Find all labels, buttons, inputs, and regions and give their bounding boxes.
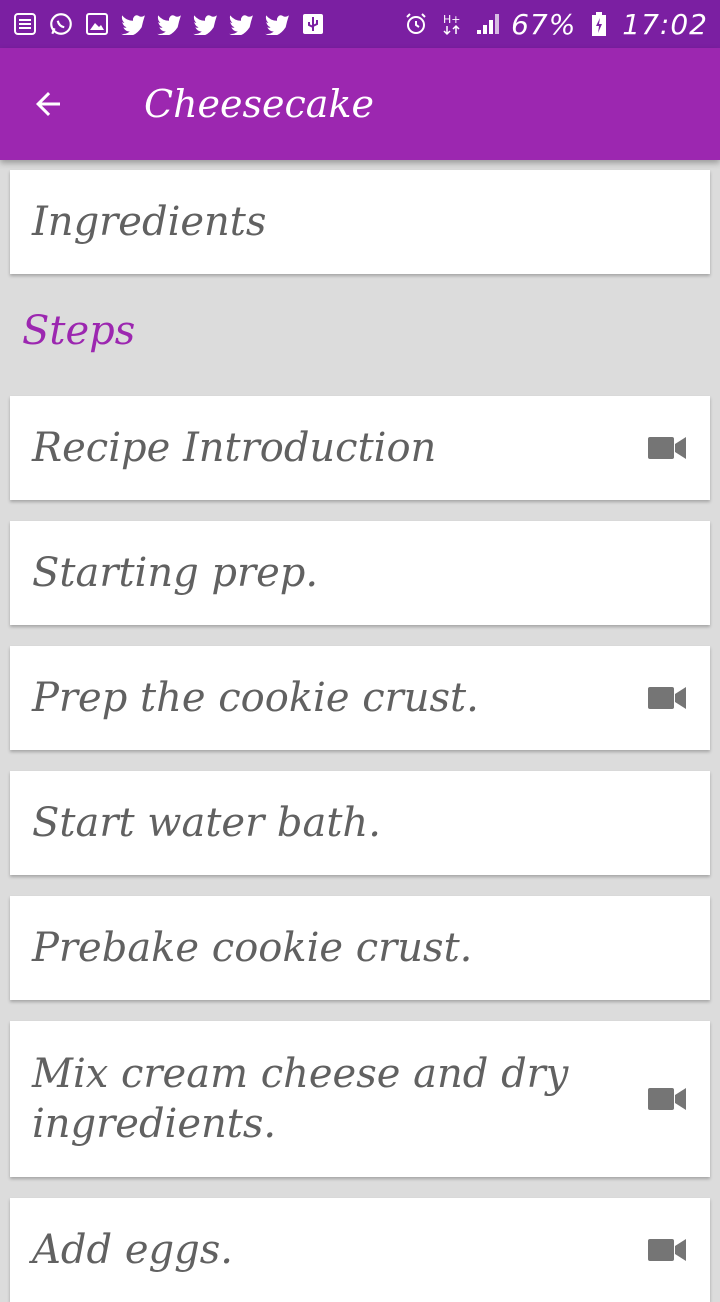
notes-icon	[12, 11, 38, 37]
step-label: Add eggs.	[32, 1227, 233, 1273]
twitter-icon	[120, 11, 146, 37]
video-icon	[648, 1239, 686, 1261]
ingredients-label: Ingredients	[32, 199, 267, 245]
twitter-icon	[192, 11, 218, 37]
app-bar: Cheesecake	[0, 48, 720, 160]
step-label: Starting prep.	[32, 550, 319, 596]
signal-icon	[475, 11, 501, 37]
step-item[interactable]: Starting prep.	[10, 521, 710, 625]
whatsapp-icon	[48, 11, 74, 37]
step-item[interactable]: Recipe Introduction	[10, 396, 710, 500]
twitter-icon	[228, 11, 254, 37]
system-status: H+ 67% 17:02	[403, 8, 708, 41]
step-label: Prep the cookie crust.	[32, 675, 479, 721]
steps-header: Steps	[22, 308, 136, 354]
svg-text:H+: H+	[443, 13, 461, 26]
twitter-icon	[156, 11, 182, 37]
step-label: Recipe Introduction	[32, 425, 437, 471]
step-label: Start water bath.	[32, 800, 381, 846]
notification-icons	[12, 11, 326, 37]
clock: 17:02	[622, 7, 708, 41]
step-label: Prebake cookie crust.	[32, 925, 473, 971]
arrow-back-icon	[36, 92, 60, 116]
video-icon	[648, 437, 686, 459]
back-button[interactable]	[0, 48, 96, 160]
usb-icon	[300, 11, 326, 37]
status-bar: H+ 67% 17:02	[0, 0, 720, 48]
step-item[interactable]: Add eggs.	[10, 1198, 710, 1302]
step-item[interactable]: Prep the cookie crust.	[10, 646, 710, 750]
gallery-icon	[84, 11, 110, 37]
page-title: Cheesecake	[144, 82, 374, 126]
battery-charging-icon	[586, 11, 612, 37]
video-icon	[648, 687, 686, 709]
video-icon	[648, 1088, 686, 1110]
step-label: Mix cream cheese and dry ingredients.	[32, 1051, 569, 1147]
twitter-icon	[264, 11, 290, 37]
hplus-icon: H+	[439, 11, 465, 37]
ingredients-card[interactable]: Ingredients	[10, 170, 710, 274]
step-item[interactable]: Start water bath.	[10, 771, 710, 875]
step-item[interactable]: Mix cream cheese and dry ingredients.	[10, 1021, 710, 1177]
alarm-icon	[403, 11, 429, 37]
step-item[interactable]: Prebake cookie crust.	[10, 896, 710, 1000]
battery-percentage: 67%	[511, 7, 577, 41]
